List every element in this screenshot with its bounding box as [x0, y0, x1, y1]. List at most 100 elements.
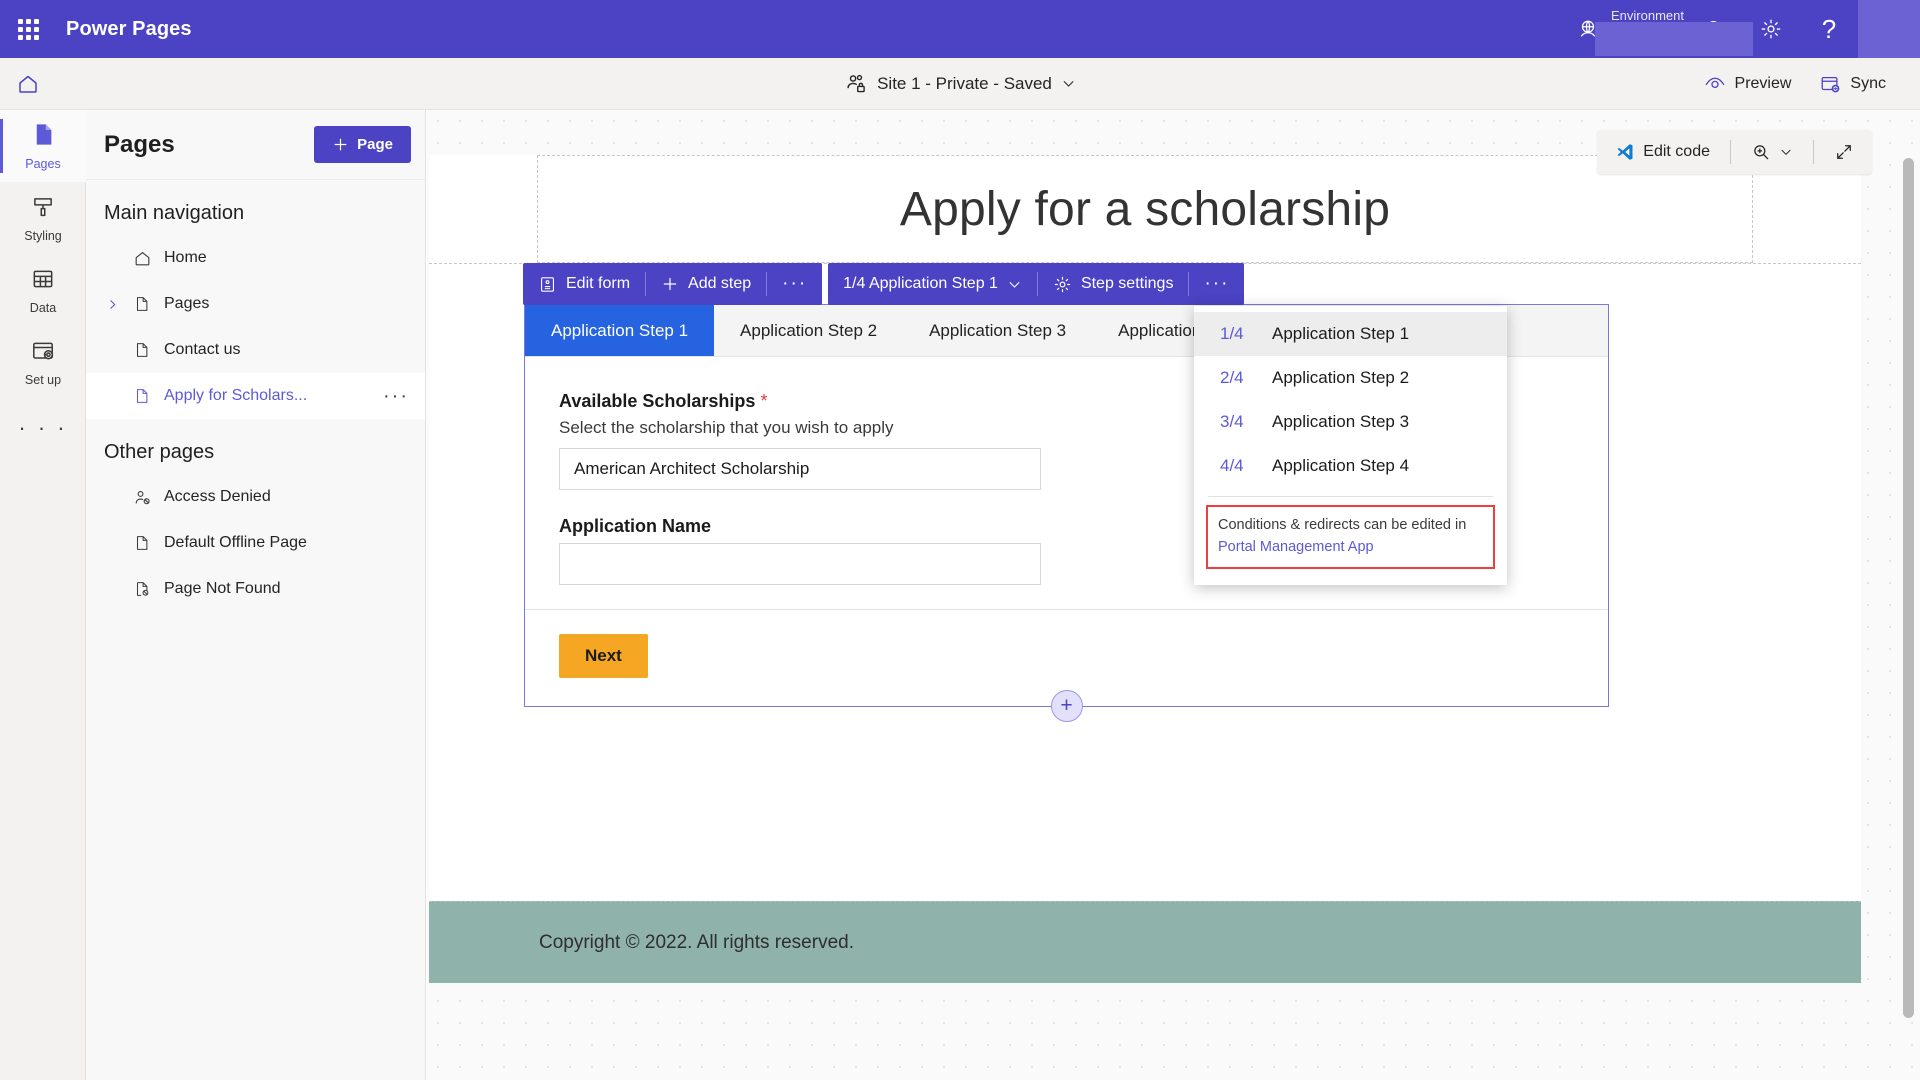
nav-item-apply-for-scholarship[interactable]: Apply for Scholars... ···	[86, 373, 425, 419]
page-footer[interactable]: Copyright © 2022. All rights reserved.	[429, 901, 1861, 983]
sync-button[interactable]: Sync	[1807, 66, 1898, 102]
sidebar-item-label: Styling	[24, 228, 62, 243]
dropdown-item-step-4[interactable]: 4/4 Application Step 4	[1194, 444, 1507, 488]
step-label: Application Step 4	[1272, 456, 1410, 475]
nav-item-page-not-found[interactable]: Page Not Found	[86, 566, 425, 612]
required-asterisk: *	[760, 391, 768, 411]
page-preview: Apply for a scholarship Edit form Add st…	[429, 155, 1861, 983]
file-icon	[130, 387, 154, 405]
field-label-text: Available Scholarships	[559, 391, 756, 411]
preview-button[interactable]: Preview	[1692, 66, 1804, 102]
conditions-redirects-note: Conditions & redirects can be edited in …	[1206, 505, 1495, 569]
tab-application-step-2[interactable]: Application Step 2	[714, 305, 903, 356]
add-page-button[interactable]: Page	[314, 126, 411, 163]
sidebar-more-button[interactable]: · · ·	[0, 398, 86, 458]
nav-item-default-offline-page[interactable]: Default Offline Page	[86, 520, 425, 566]
command-bar-actions: Preview Sync	[1692, 66, 1920, 102]
dropdown-item-step-1[interactable]: 1/4 Application Step 1	[1194, 312, 1507, 356]
step-settings-label: Step settings	[1080, 275, 1174, 292]
zoom-control[interactable]	[1739, 134, 1805, 170]
file-icon	[130, 295, 154, 313]
preview-label: Preview	[1734, 74, 1792, 92]
canvas-scrollbar[interactable]	[1903, 158, 1914, 1018]
edit-code-label: Edit code	[1643, 143, 1710, 160]
nav-item-access-denied[interactable]: Access Denied	[86, 474, 425, 520]
environment-selector[interactable]: Environment	[1565, 0, 1754, 58]
plus-icon	[663, 277, 677, 291]
pages-panel-header: Pages Page	[86, 110, 425, 180]
home-button[interactable]	[0, 58, 56, 110]
help-icon: ?	[1821, 14, 1837, 44]
sync-icon	[1821, 76, 1840, 92]
edit-form-label: Edit form	[566, 275, 631, 292]
environment-label: Environment	[1611, 8, 1684, 23]
step-label: Application Step 2	[1272, 368, 1410, 387]
nav-item-label: Pages	[164, 295, 210, 312]
chevron-down-icon	[1009, 281, 1020, 288]
chevron-down-icon	[1063, 81, 1074, 87]
sidebar-item-setup[interactable]: Set up	[0, 326, 86, 398]
dropdown-item-step-3[interactable]: 3/4 Application Step 3	[1194, 400, 1507, 444]
user-avatar-redacted[interactable]	[1858, 0, 1920, 58]
field-label-text: Application Name	[559, 516, 712, 536]
tab-application-step-3[interactable]: Application Step 3	[903, 305, 1092, 356]
app-launcher-button[interactable]	[0, 0, 56, 58]
edit-form-icon	[541, 276, 554, 292]
site-selector[interactable]: Site 1 - Private - Saved	[834, 67, 1086, 101]
step-fraction: 2/4	[1220, 368, 1244, 387]
dropdown-divider	[1208, 496, 1493, 497]
nav-item-home[interactable]: Home	[86, 235, 425, 281]
step-overflow-button[interactable]: ···	[1189, 263, 1244, 305]
paint-brush-icon	[30, 194, 56, 225]
copyright-text: Copyright © 2022. All rights reserved.	[539, 931, 854, 953]
help-button[interactable]: ?	[1800, 0, 1858, 58]
table-icon	[30, 266, 56, 297]
design-canvas: Edit code Apply for a scholarship Edit f…	[427, 110, 1920, 1080]
toolbar-divider	[1813, 140, 1814, 164]
pages-panel: Pages Page Main navigation Home Pages Co…	[86, 110, 426, 1080]
nav-item-pages[interactable]: Pages	[86, 281, 425, 327]
suite-title: Power Pages	[66, 17, 192, 40]
note-text: Conditions & redirects can be edited in	[1218, 517, 1467, 533]
suite-header-right: Environment ?	[1565, 0, 1920, 58]
suite-header: Power Pages Environment ?	[0, 0, 1920, 58]
sidebar-item-label: Set up	[24, 372, 62, 387]
next-button[interactable]: Next	[559, 634, 648, 678]
scholarship-select[interactable]: American Architect Scholarship	[559, 448, 1041, 490]
environment-name-redacted	[1595, 22, 1754, 56]
chevron-right-icon[interactable]	[104, 298, 120, 311]
sync-label: Sync	[1850, 74, 1886, 92]
step-selector-button[interactable]: 1/4 Application Step 1	[828, 263, 1037, 305]
add-step-label: Add step	[688, 275, 752, 292]
nav-item-label: Access Denied	[164, 488, 271, 505]
step-settings-button[interactable]: Step settings	[1038, 263, 1189, 305]
site-label: Site 1 - Private - Saved	[877, 73, 1052, 93]
application-name-input[interactable]	[559, 543, 1041, 585]
page-title-section[interactable]: Apply for a scholarship	[537, 155, 1753, 263]
tab-application-step-1[interactable]: Application Step 1	[525, 305, 715, 356]
nav-item-contact-us[interactable]: Contact us	[86, 327, 425, 373]
edit-form-button[interactable]: Edit form	[523, 263, 645, 305]
form-overflow-button[interactable]: ···	[767, 263, 822, 305]
page-icon	[30, 121, 57, 153]
edit-code-button[interactable]: Edit code	[1603, 134, 1722, 170]
step-fraction: 3/4	[1220, 412, 1244, 431]
portal-management-app-link[interactable]: Portal Management App	[1218, 537, 1483, 559]
sidebar-item-label: Data	[29, 300, 57, 315]
add-step-button[interactable]: Add step	[646, 263, 766, 305]
form-widget-toolbar: Edit form Add step ··· 1/4 Application S…	[523, 263, 1245, 305]
sidebar-item-styling[interactable]: Styling	[0, 182, 86, 254]
step-selector-dropdown: 1/4 Application Step 1 2/4 Application S…	[1194, 306, 1507, 585]
command-bar: Site 1 - Private - Saved Preview Sync	[0, 58, 1920, 110]
home-outline-icon	[130, 249, 154, 268]
add-section-button[interactable]: +	[1050, 690, 1083, 722]
dropdown-item-step-2[interactable]: 2/4 Application Step 2	[1194, 356, 1507, 400]
fullscreen-button[interactable]	[1822, 134, 1866, 170]
other-pages-title: Other pages	[104, 441, 215, 463]
nav-item-overflow-button[interactable]: ···	[383, 386, 409, 406]
step-label: Application Step 3	[1272, 412, 1410, 431]
sidebar-item-pages[interactable]: Pages	[0, 110, 86, 182]
page-title: Apply for a scholarship	[899, 182, 1391, 236]
zoom-in-icon	[1754, 145, 1769, 160]
sidebar-item-data[interactable]: Data	[0, 254, 86, 326]
